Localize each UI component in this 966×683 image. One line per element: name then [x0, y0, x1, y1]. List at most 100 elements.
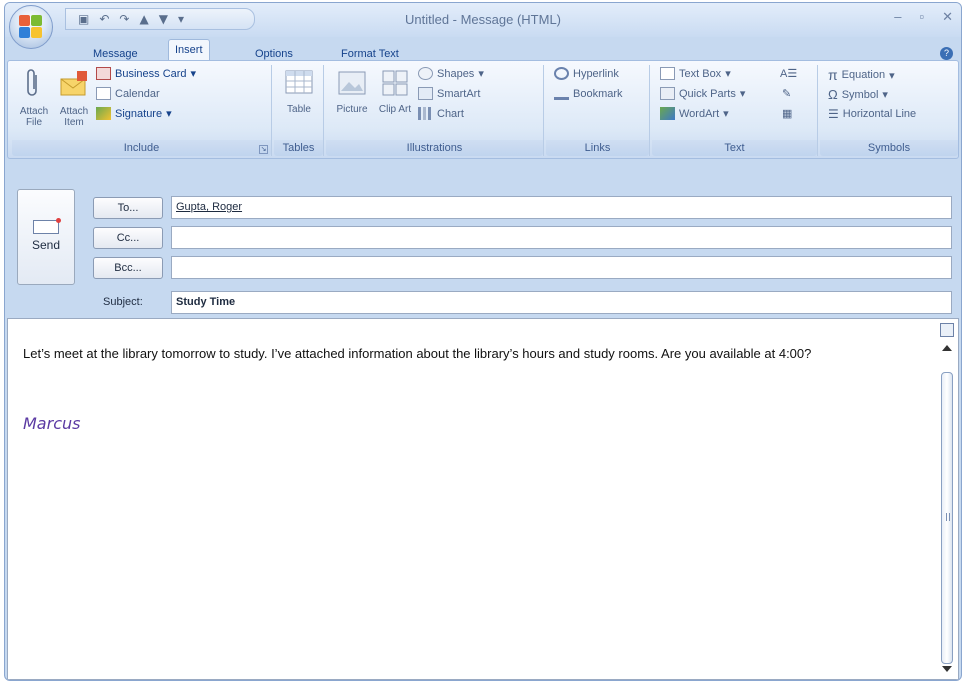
table-label: Table — [287, 104, 311, 115]
group-illustrations: Picture Clip Art Shapes ▾ SmartArt Chart… — [326, 65, 544, 156]
shapes-label: Shapes — [437, 67, 475, 80]
minimize-icon[interactable]: – — [894, 9, 901, 25]
attach-item-button[interactable]: Attach Item — [56, 69, 92, 128]
picture-button[interactable]: Picture — [332, 69, 372, 115]
business-card-button[interactable]: Business Card ▾ — [96, 67, 196, 80]
drop-cap-icon[interactable]: A☰ — [780, 67, 797, 80]
hyperlink-button[interactable]: Hyperlink — [554, 67, 619, 80]
message-text[interactable]: Let’s meet at the library tomorrow to st… — [23, 344, 923, 363]
table-button[interactable]: Table — [281, 69, 317, 115]
bookmark-label: Bookmark — [573, 87, 623, 100]
window-title: Untitled - Message (HTML) — [404, 12, 562, 27]
close-icon[interactable]: ✕ — [942, 9, 953, 25]
group-label-include: Include — [12, 140, 271, 156]
dropdown-arrow-icon: ▾ — [190, 68, 197, 80]
tab-options[interactable]: Options — [249, 48, 299, 60]
smartart-icon — [418, 87, 433, 100]
group-label-illustrations: Illustrations — [326, 140, 543, 156]
group-label-links: Links — [546, 140, 649, 156]
office-logo-icon — [19, 15, 43, 39]
title-bar: ▣ ↶ ↷ ▲ ▼ ▾ Untitled - Message (HTML) – … — [5, 3, 961, 49]
send-button[interactable]: Send — [17, 189, 75, 285]
quick-parts-label: Quick Parts — [679, 87, 736, 100]
attach-file-label: Attach File — [19, 106, 49, 128]
business-card-label: Business Card — [115, 67, 187, 80]
wordart-label: WordArt — [679, 107, 720, 120]
window-controls: – ▫ ✕ — [894, 9, 953, 25]
horizontal-line-icon: ☰ — [828, 107, 839, 121]
shapes-button[interactable]: Shapes ▾ — [418, 67, 484, 80]
group-tables: Table Tables — [274, 65, 324, 156]
dropdown-arrow-icon: ▾ — [166, 108, 172, 120]
calendar-icon — [96, 87, 111, 100]
wordart-icon — [660, 107, 675, 120]
dropdown-arrow-icon: ▾ — [882, 89, 888, 101]
tab-message[interactable]: Message — [87, 48, 144, 60]
dialog-launcher-icon[interactable]: ↘ — [259, 145, 268, 154]
subject-label: Subject: — [103, 296, 143, 308]
bcc-button[interactable]: Bcc... — [93, 257, 163, 279]
scroll-down-icon[interactable] — [942, 666, 952, 672]
text-box-icon — [660, 67, 675, 80]
signature-button[interactable]: Signature ▾ — [96, 107, 172, 120]
attach-file-button[interactable]: Attach File — [16, 69, 52, 128]
vertical-scrollbar[interactable] — [939, 321, 955, 678]
table-icon — [285, 70, 313, 94]
scroll-grip-icon — [946, 513, 950, 521]
chart-label: Chart — [437, 107, 464, 120]
group-symbols: π Equation ▾ Ω Symbol ▾ ☰ Horizontal Line … — [820, 65, 958, 156]
wordart-button[interactable]: WordArt ▾ — [660, 107, 729, 120]
view-ruler-icon[interactable] — [940, 323, 954, 337]
ribbon-tabs: Message Insert Options Format Text ? — [5, 37, 961, 61]
send-envelope-icon — [33, 218, 61, 234]
to-field[interactable]: Gupta, Roger — [171, 196, 952, 219]
cc-field[interactable] — [171, 226, 952, 249]
scroll-up-icon[interactable] — [942, 345, 952, 351]
calendar-button[interactable]: Calendar — [96, 87, 160, 100]
paperclip-icon — [27, 69, 37, 96]
smartart-button[interactable]: SmartArt — [418, 87, 480, 100]
clip-art-button[interactable]: Clip Art — [378, 69, 412, 115]
signature-text[interactable]: Marcus — [23, 414, 80, 433]
office-button[interactable] — [9, 5, 53, 49]
equation-button[interactable]: π Equation ▾ — [828, 67, 895, 83]
quick-parts-button[interactable]: Quick Parts ▾ — [660, 87, 745, 100]
omega-icon: Ω — [828, 87, 838, 102]
symbol-label: Symbol — [841, 88, 879, 101]
text-box-button[interactable]: Text Box ▾ — [660, 67, 731, 80]
horizontal-line-button[interactable]: ☰ Horizontal Line — [828, 107, 916, 121]
signature-line-icon[interactable]: ✎ — [782, 87, 791, 100]
date-time-icon[interactable]: ▦ — [782, 107, 792, 120]
recipient-name[interactable]: Gupta, Roger — [176, 201, 242, 213]
tab-insert[interactable]: Insert — [168, 39, 210, 61]
tab-format-text[interactable]: Format Text — [335, 48, 405, 60]
help-icon[interactable]: ? — [940, 47, 953, 60]
chart-icon — [418, 107, 433, 120]
shapes-icon — [418, 67, 433, 80]
chart-button[interactable]: Chart — [418, 107, 464, 120]
maximize-icon[interactable]: ▫ — [919, 9, 924, 25]
message-body[interactable] — [7, 318, 959, 680]
scroll-thumb[interactable] — [941, 372, 953, 664]
pi-icon: π — [828, 67, 838, 83]
picture-icon — [338, 71, 366, 95]
cc-button[interactable]: Cc... — [93, 227, 163, 249]
send-label: Send — [31, 238, 61, 252]
business-card-icon — [96, 67, 111, 80]
envelope-icon — [60, 71, 87, 96]
calendar-label: Calendar — [115, 87, 160, 100]
group-include: Attach File Attach Item Business Card ▾ C… — [12, 65, 272, 156]
group-links: Hyperlink Bookmark Links — [546, 65, 650, 156]
text-box-label: Text Box — [679, 67, 722, 80]
to-button[interactable]: To... — [93, 197, 163, 219]
ribbon: Attach File Attach Item Business Card ▾ C… — [7, 60, 959, 159]
group-label-symbols: Symbols — [820, 140, 958, 156]
symbol-button[interactable]: Ω Symbol ▾ — [828, 87, 888, 102]
signature-label: Signature — [115, 107, 163, 120]
smartart-label: SmartArt — [437, 87, 481, 100]
bcc-field[interactable] — [171, 256, 952, 279]
dropdown-arrow-icon: ▾ — [725, 68, 731, 80]
subject-field[interactable]: Study Time — [171, 291, 952, 314]
bookmark-button[interactable]: Bookmark — [554, 87, 623, 100]
dropdown-arrow-icon: ▾ — [739, 88, 746, 100]
